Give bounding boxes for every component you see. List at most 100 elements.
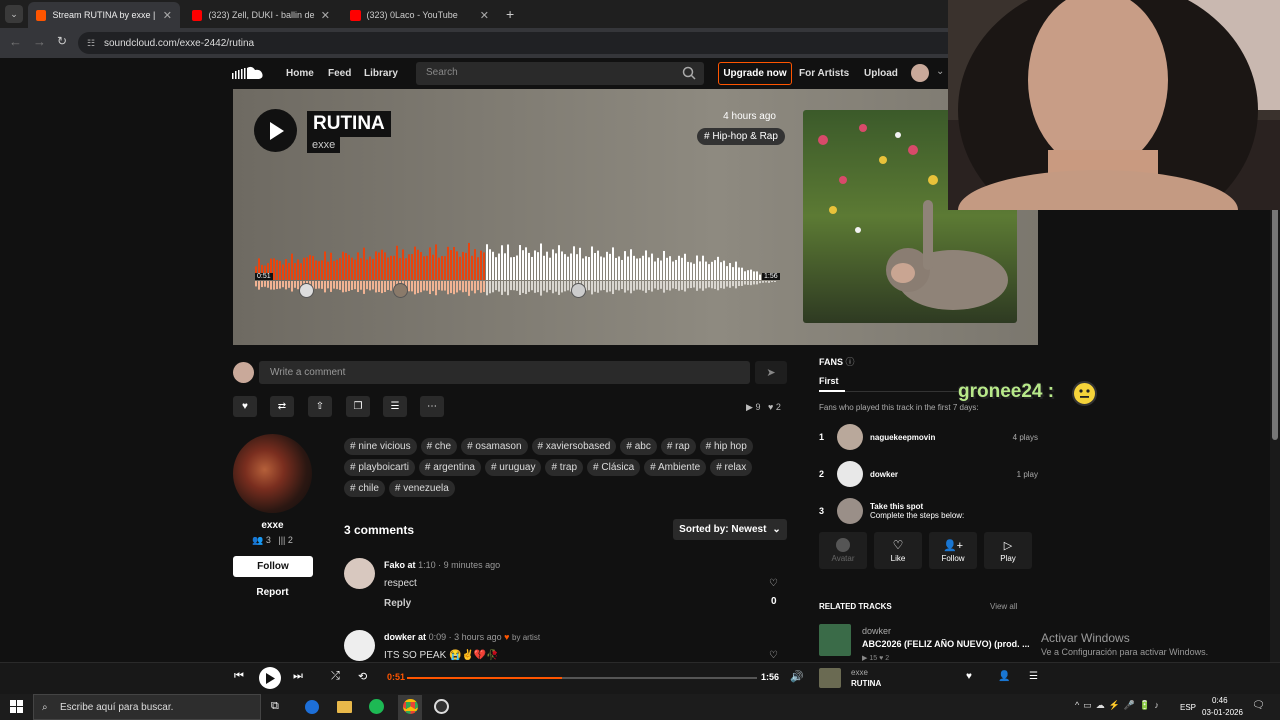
related-track-artwork[interactable] xyxy=(819,624,851,656)
tag-chip[interactable]: # Ambiente xyxy=(644,459,707,476)
task-view-icon[interactable]: ⧉ xyxy=(271,700,279,713)
upload-link[interactable]: Upload xyxy=(864,68,898,79)
fan-avatar[interactable] xyxy=(837,461,863,487)
forward-icon[interactable]: → xyxy=(33,34,46,49)
clock-date[interactable]: 03-01-2026 xyxy=(1202,708,1243,717)
related-track-artist[interactable]: dowker xyxy=(862,626,891,636)
new-tab-button[interactable]: + xyxy=(506,6,514,22)
view-all-link[interactable]: View all xyxy=(990,602,1017,611)
tag-chip[interactable]: # hip hop xyxy=(699,438,753,455)
info-icon[interactable]: ⓘ xyxy=(846,357,855,367)
fan-row[interactable]: 2 dowker 1 play xyxy=(819,461,1038,487)
copy-link-button[interactable]: ❐ xyxy=(346,396,370,417)
shuffle-icon[interactable]: ⤮ xyxy=(331,670,340,683)
comment-user[interactable]: dowker xyxy=(384,632,416,642)
genre-tag[interactable]: # Hip-hop & Rap xyxy=(697,128,785,145)
obs-icon[interactable] xyxy=(434,699,449,714)
waveform[interactable] xyxy=(255,236,777,302)
like-button[interactable]: ♥ xyxy=(233,396,257,417)
follow-button[interactable]: Follow xyxy=(233,556,313,577)
player-queue-icon[interactable]: ☰ xyxy=(1029,671,1038,682)
tag-chip[interactable]: # argentina xyxy=(418,459,481,476)
search-input[interactable]: Search xyxy=(416,62,704,85)
nav-feed[interactable]: Feed xyxy=(328,68,351,79)
taskbar-search-input[interactable]: ⌕ Escribe aquí para buscar. xyxy=(33,694,261,720)
step-follow[interactable]: 👤+ Follow xyxy=(929,532,977,569)
waveform-comment-avatar[interactable] xyxy=(571,283,586,298)
tag-chip[interactable]: # che xyxy=(420,438,458,455)
previous-track-icon[interactable]: ⏮ xyxy=(234,670,244,683)
tab-list-icon[interactable]: ⌄ xyxy=(5,5,23,23)
followers-count[interactable]: 3 xyxy=(266,535,271,545)
tag-chip[interactable]: # Clásica xyxy=(587,459,641,476)
tag-chip[interactable]: # abc xyxy=(620,438,657,455)
tag-chip[interactable]: # venezuela xyxy=(388,480,455,497)
upgrade-now-button[interactable]: Upgrade now xyxy=(718,62,792,85)
tag-chip[interactable]: # trap xyxy=(545,459,584,476)
step-avatar[interactable]: Avatar xyxy=(819,532,867,569)
volume-icon[interactable]: 🔊 xyxy=(790,670,804,683)
site-info-icon[interactable]: ☷ xyxy=(87,38,95,49)
player-follow-icon[interactable]: 👤 xyxy=(998,671,1010,682)
tag-chip[interactable]: # rap xyxy=(660,438,696,455)
tracks-count[interactable]: 2 xyxy=(288,535,293,545)
system-tray-icons[interactable]: ^▭☁⚡🎤🔋♪ xyxy=(1075,700,1163,711)
step-like[interactable]: ♡ Like xyxy=(874,532,922,569)
for-artists-link[interactable]: For Artists xyxy=(799,68,849,79)
artist-name[interactable]: exxe xyxy=(233,520,312,531)
next-track-icon[interactable]: ⏭ xyxy=(293,670,303,683)
spotify-icon[interactable] xyxy=(369,699,384,714)
tag-chip[interactable]: # xaviersobased xyxy=(531,438,617,455)
fan-name[interactable]: dowker xyxy=(870,470,898,479)
tag-chip[interactable]: # uruguay xyxy=(484,459,542,476)
player-artwork[interactable] xyxy=(819,668,841,688)
windows-start-icon[interactable] xyxy=(10,700,23,713)
file-explorer-icon[interactable] xyxy=(337,701,352,713)
tag-chip[interactable]: # nine vicious xyxy=(344,438,417,455)
share-button[interactable]: ⇧ xyxy=(308,396,332,417)
edge-app-icon[interactable] xyxy=(305,700,319,714)
comment-user[interactable]: Fako xyxy=(384,560,405,570)
player-play-button[interactable] xyxy=(259,667,281,689)
close-tab-icon[interactable]: ✕ xyxy=(163,9,172,22)
waveform-comment-avatar[interactable] xyxy=(393,283,408,298)
fan-row[interactable]: 1 naguekeepmovin 4 plays xyxy=(819,424,1038,450)
clock-time[interactable]: 0:46 xyxy=(1212,696,1228,705)
comment-like-icon[interactable]: ♡ xyxy=(769,578,778,589)
chrome-icon[interactable] xyxy=(398,695,422,720)
reply-link[interactable]: Reply xyxy=(384,598,411,609)
comment-timestamp[interactable]: 0:09 xyxy=(429,632,447,642)
nav-library[interactable]: Library xyxy=(364,68,398,79)
tab-first[interactable]: First xyxy=(819,376,839,386)
comment-timestamp[interactable]: 1:10 xyxy=(418,560,436,570)
browser-tab-youtube-2[interactable]: (323) 0Laco - YouTube ✕ xyxy=(342,2,497,28)
player-artist[interactable]: exxe xyxy=(851,668,868,677)
search-icon[interactable] xyxy=(682,66,696,80)
nav-home[interactable]: Home xyxy=(286,68,314,79)
hero-play-button[interactable] xyxy=(254,109,297,152)
browser-tab-youtube-1[interactable]: (323) Zell, DUKI - ballin de verd ✕ xyxy=(184,2,338,28)
comment-input[interactable]: Write a comment xyxy=(259,361,750,384)
browser-tab-soundcloud[interactable]: Stream RUTINA by exxe | Listen ✕ xyxy=(28,2,180,28)
related-track-title[interactable]: ABC2026 (FELIZ AÑO NUEVO) (prod. ... xyxy=(862,639,1032,649)
more-button[interactable]: ⋯ xyxy=(420,396,444,417)
comment-avatar[interactable] xyxy=(344,630,375,661)
player-title[interactable]: RUTINA xyxy=(851,679,881,688)
language-indicator[interactable]: ESP xyxy=(1180,703,1196,712)
comment-like-icon[interactable]: ♡ xyxy=(769,650,778,661)
close-tab-icon[interactable]: ✕ xyxy=(480,9,489,22)
step-play[interactable]: ▷ Play xyxy=(984,532,1032,569)
chevron-down-icon[interactable]: ⌄ xyxy=(936,66,944,77)
tag-chip[interactable]: # playboicarti xyxy=(344,459,415,476)
notifications-icon[interactable]: 🗨 xyxy=(1252,700,1265,711)
fan-avatar[interactable] xyxy=(837,424,863,450)
repost-button[interactable]: ⇄ xyxy=(270,396,294,417)
user-avatar[interactable] xyxy=(911,64,929,82)
reload-icon[interactable]: ↻ xyxy=(57,34,67,48)
repeat-icon[interactable]: ⟲ xyxy=(358,670,367,683)
track-artist[interactable]: exxe xyxy=(307,137,341,153)
comment-avatar[interactable] xyxy=(344,558,375,589)
player-like-icon[interactable]: ♥ xyxy=(966,671,972,682)
add-to-playlist-button[interactable]: ☰ xyxy=(383,396,407,417)
artist-avatar[interactable] xyxy=(233,434,312,513)
